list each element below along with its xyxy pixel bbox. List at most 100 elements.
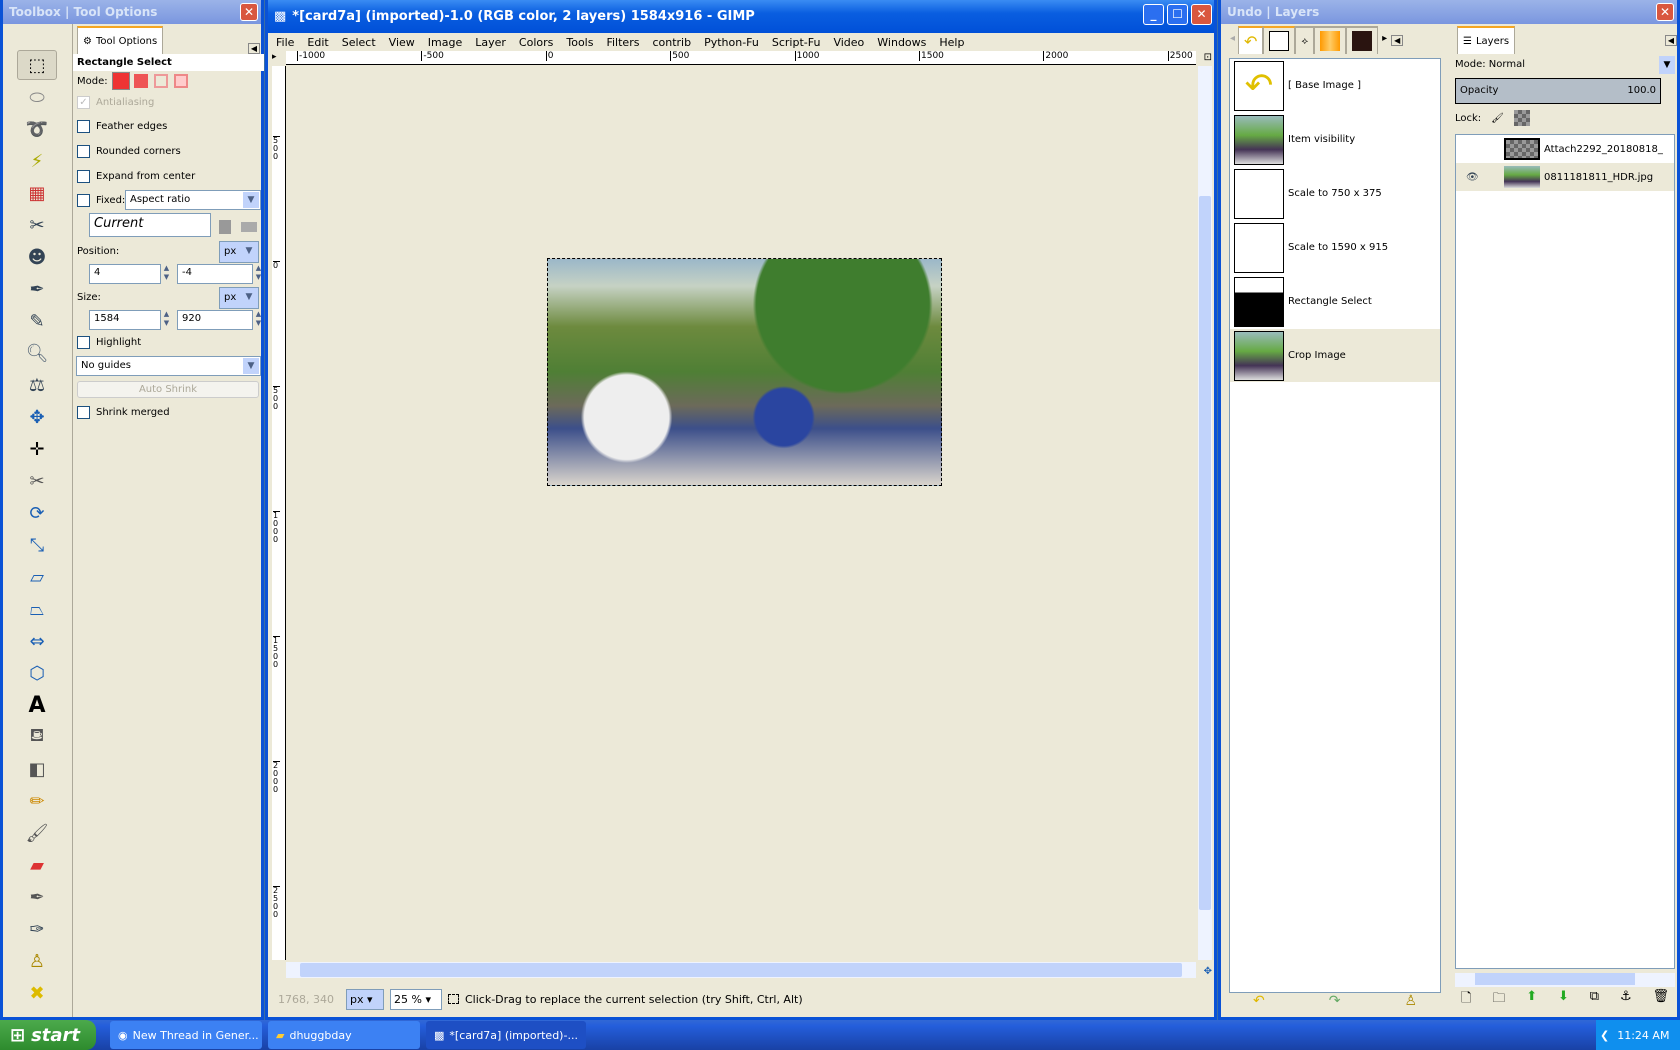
taskbar-item-chrome[interactable]: ◉ New Thread in Gener... (110, 1021, 262, 1049)
history-item[interactable]: Item visibility (1230, 113, 1440, 167)
scale-tool[interactable]: ⤡ (17, 530, 57, 560)
shear-tool[interactable]: ▱ (17, 562, 57, 592)
toolbox-titlebar[interactable]: Toolbox | Tool Options ✕ (3, 0, 261, 24)
taskbar-item-gimp[interactable]: ▩ *[card7a] (imported)-... (426, 1021, 586, 1049)
paintbrush-tool[interactable]: 🖌︎ (17, 818, 57, 848)
navigate-icon[interactable]: ✥ (1204, 966, 1212, 977)
landscape-icon[interactable] (241, 222, 257, 232)
fixed-ratio-input[interactable]: Current (89, 213, 211, 237)
shrink-merged-checkbox[interactable]: Shrink merged (77, 406, 170, 419)
mode-subtract-icon[interactable] (153, 74, 168, 88)
perspective-tool[interactable]: ⏢ (17, 594, 57, 624)
rotate-tool[interactable]: ⟳ (17, 498, 57, 528)
menu-python-fu[interactable]: Python-Fu (704, 36, 759, 49)
quick-mask-menu-icon[interactable]: ▸ (272, 52, 277, 62)
panel-menu-icon[interactable]: ◀ (1664, 35, 1677, 46)
tab-undo-history[interactable]: ↶ (1238, 26, 1264, 54)
horizontal-scrollbar[interactable] (286, 962, 1196, 978)
color-select-tool[interactable]: ▦ (17, 178, 57, 208)
size-unit-select[interactable]: px ▼ (219, 287, 259, 309)
ellipse-select-tool[interactable]: ⬭ (17, 82, 57, 112)
eraser-tool[interactable]: ▰ (17, 850, 57, 880)
history-item[interactable]: Crop Image (1230, 329, 1440, 383)
tab-images[interactable] (1263, 26, 1296, 54)
close-button[interactable]: ✕ (240, 3, 258, 21)
dock-titlebar[interactable]: Undo | Layers ✕ (1221, 0, 1677, 24)
airbrush-tool[interactable]: ✒ (17, 882, 57, 912)
menu-video[interactable]: Video (833, 36, 864, 49)
history-item[interactable]: ↶ [ Base Image ] (1230, 59, 1440, 113)
start-button[interactable]: ⊞ start (0, 1020, 96, 1050)
image-titlebar[interactable]: ▩ *[card7a] (imported)-1.0 (RGB color, 2 … (268, 0, 1214, 33)
expand-center-checkbox[interactable]: Expand from center (77, 170, 195, 183)
new-layer-group-icon[interactable]: 🗀 (1492, 989, 1505, 1011)
scissors-tool[interactable]: ✂ (17, 210, 57, 240)
color-picker-tool[interactable]: ✎ (17, 306, 57, 336)
vertical-scrollbar[interactable] (1198, 66, 1212, 960)
pencil-tool[interactable]: ✏ (17, 786, 57, 816)
mode-select[interactable]: Mode: Normal ▼ (1453, 54, 1677, 76)
menu-contrib[interactable]: contrib (652, 36, 691, 49)
minimize-button[interactable]: _ (1143, 4, 1164, 25)
menu-windows[interactable]: Windows (877, 36, 926, 49)
undo-icon[interactable]: ↶ (1253, 993, 1265, 1009)
menu-script-fu[interactable]: Script-Fu (772, 36, 821, 49)
menu-edit[interactable]: Edit (307, 36, 328, 49)
image-layer-photo[interactable] (547, 258, 942, 486)
zoom-fit-icon[interactable]: ⊡ (1204, 52, 1212, 63)
clear-history-icon[interactable]: ♙ (1404, 993, 1417, 1009)
tabs-scroll-left-icon[interactable]: ◂ (1230, 33, 1235, 44)
tab-tool-options[interactable]: ⚙ Tool Options (77, 26, 164, 54)
close-button[interactable]: ✕ (1191, 4, 1212, 25)
layers-hscrollbar[interactable] (1455, 973, 1675, 987)
fixed-select[interactable]: Aspect ratio ▼ (125, 190, 261, 210)
rounded-corners-checkbox[interactable]: Rounded corners (77, 145, 181, 158)
menu-layer[interactable]: Layer (475, 36, 506, 49)
guides-select[interactable]: No guides ▼ (76, 356, 261, 376)
position-x-input[interactable]: 4 (89, 264, 161, 284)
menu-filters[interactable]: Filters (606, 36, 639, 49)
new-layer-icon[interactable]: 🗋 (1461, 989, 1471, 1011)
cage-tool[interactable]: ⬡ (17, 658, 57, 688)
size-width-spinner[interactable]: ▲ ▼ (162, 310, 171, 330)
canvas[interactable] (287, 66, 1196, 960)
move-tool[interactable]: ✥ (17, 402, 57, 432)
layer-visibility-eye-icon[interactable]: 👁︎ (1456, 172, 1504, 183)
fixed-checkbox[interactable]: Fixed: (77, 194, 125, 207)
tab-paths[interactable]: ⟡ (1295, 26, 1315, 54)
heal-tool[interactable]: ✖ (17, 978, 57, 1008)
size-width-input[interactable]: 1584 (89, 310, 161, 330)
mode-replace-icon[interactable] (111, 72, 130, 90)
maximize-button[interactable]: ☐ (1167, 4, 1188, 25)
clone-tool[interactable]: ♙ (17, 946, 57, 976)
measure-tool[interactable]: ⚖ (17, 370, 57, 400)
lock-alpha-icon[interactable] (1513, 110, 1530, 126)
paths-tool[interactable]: ✒ (17, 274, 57, 304)
foreground-select-tool[interactable]: ☻ (17, 242, 57, 272)
close-button[interactable]: ✕ (1656, 3, 1674, 21)
panel-menu-icon[interactable]: ◀ (1391, 35, 1404, 46)
size-height-spinner[interactable]: ▲ ▼ (254, 310, 263, 330)
redo-icon[interactable]: ↷ (1329, 993, 1341, 1009)
opacity-slider[interactable]: Opacity 100.0 (1455, 78, 1661, 104)
position-y-spinner[interactable]: ▲ ▼ (254, 264, 263, 284)
highlight-checkbox[interactable]: Highlight (77, 336, 141, 349)
align-tool[interactable]: ✛ (17, 434, 57, 464)
layer-row[interactable]: 👁︎ 0811181811_HDR.jpg (1456, 163, 1674, 191)
menu-view[interactable]: View (389, 36, 415, 49)
anchor-layer-icon[interactable]: ⚓ (1620, 989, 1632, 1011)
delete-layer-icon[interactable]: 🗑 (1652, 989, 1669, 1011)
tab-layers[interactable]: ☰ Layers (1457, 26, 1516, 54)
raise-layer-icon[interactable]: ⬆ (1526, 989, 1537, 1011)
menu-file[interactable]: File (276, 36, 294, 49)
rect-select-tool[interactable]: ⬚ (17, 50, 57, 80)
text-tool[interactable]: A (17, 690, 57, 720)
portrait-icon[interactable] (219, 220, 231, 234)
position-y-input[interactable]: -4 (177, 264, 253, 284)
lower-layer-icon[interactable]: ⬇ (1558, 989, 1569, 1011)
history-item[interactable]: Scale to 1590 x 915 (1230, 221, 1440, 275)
size-height-input[interactable]: 920 (177, 310, 253, 330)
taskbar-item-folder[interactable]: ▰ dhuggbday (268, 1021, 420, 1049)
position-x-spinner[interactable]: ▲ ▼ (162, 264, 171, 284)
blend-tool[interactable]: ◧ (17, 754, 57, 784)
